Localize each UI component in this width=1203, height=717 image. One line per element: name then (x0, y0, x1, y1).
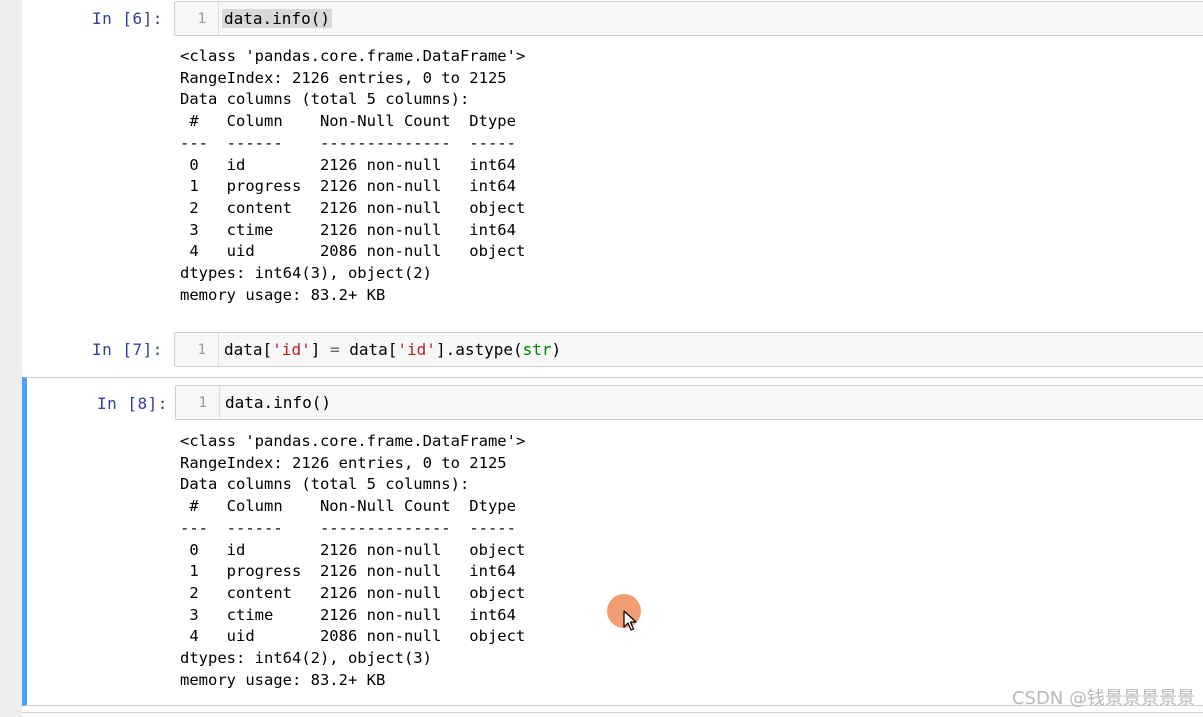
code-token: ) (551, 340, 562, 359)
code-line[interactable]: data.info() (222, 9, 332, 28)
line-number: 1 (197, 11, 206, 27)
code-input[interactable]: 1 data.info() (174, 1, 1203, 36)
cell-prompt: In [7]: (92, 340, 163, 359)
code-input[interactable]: 1 data['id'] = data['id'].astype(str) (174, 332, 1203, 367)
cell-output: <class 'pandas.core.frame.DataFrame'> Ra… (180, 432, 526, 689)
code-token: data[ (224, 340, 273, 359)
string-token: 'id' (397, 340, 436, 359)
cell-prompt: In [8]: (97, 394, 168, 413)
code-cell-8[interactable]: In [8]: 1 data.info() <class 'pandas.cor… (22, 377, 1203, 706)
mouse-pointer-icon (623, 610, 637, 631)
code-token: ].astype( (435, 340, 523, 359)
watermark: CSDN @钱景景景景景 (1011, 688, 1195, 709)
code-line[interactable]: data.info() (225, 393, 331, 412)
operator-token: = (329, 340, 340, 359)
line-gutter: 1 (175, 333, 219, 366)
cell-output: <class 'pandas.core.frame.DataFrame'> Ra… (180, 47, 526, 304)
line-number: 1 (197, 342, 206, 358)
code-input[interactable]: 1 data.info() (175, 385, 1203, 420)
line-gutter: 1 (175, 2, 219, 35)
next-cell-edge (22, 712, 1203, 717)
line-gutter: 1 (176, 386, 220, 419)
code-token: data[ (339, 340, 398, 359)
builtin-token: str (522, 340, 552, 359)
code-cell-6[interactable]: In [6]: 1 data.info() <class 'pandas.cor… (22, 0, 1203, 322)
code-line[interactable]: data['id'] = data['id'].astype(str) (224, 340, 561, 359)
cell-prompt: In [6]: (92, 9, 163, 28)
line-number: 1 (198, 395, 207, 411)
code-token: ] (310, 340, 330, 359)
code-cell-7[interactable]: In [7]: 1 data['id'] = data['id'].astype… (22, 327, 1203, 375)
string-token: 'id' (272, 340, 311, 359)
